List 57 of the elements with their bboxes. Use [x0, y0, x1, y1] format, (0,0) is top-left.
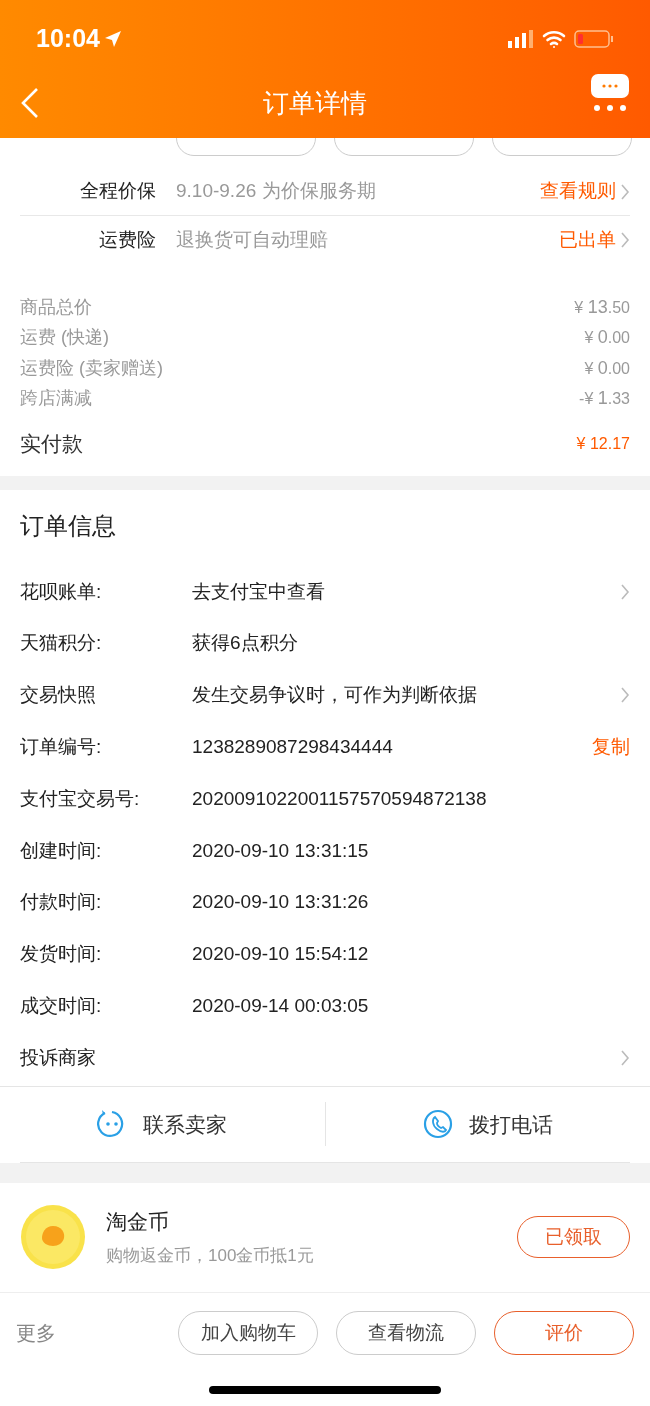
info-value: 去支付宝中查看	[192, 580, 325, 602]
contact-button[interactable]: 联系卖家	[0, 1102, 325, 1147]
chevron-right-icon	[620, 182, 630, 201]
back-icon[interactable]	[20, 87, 40, 119]
info-label: 天猫积分:	[20, 631, 103, 656]
price-value: -¥ 1.33	[579, 387, 630, 411]
service-description: 9.10-9.26 为价保服务期	[176, 179, 377, 204]
more-link[interactable]: 更多	[16, 1317, 160, 1348]
copy-link[interactable]: 复制	[592, 733, 630, 762]
page-title: 订单详情	[263, 86, 367, 120]
price-label: 商品总价	[20, 295, 92, 319]
info-value: 2020-09-10 13:31:26	[192, 891, 369, 913]
service-label: 全程价保	[79, 179, 156, 204]
chevron-right-icon	[620, 686, 630, 705]
info-label: 交易快照	[20, 683, 97, 708]
info-value: 1238289087298434444	[192, 736, 393, 758]
clock: 10:04	[36, 23, 100, 55]
info-value: 2020-09-10 15:54:12	[192, 943, 369, 965]
service-link[interactable]: 查看规则	[540, 177, 616, 206]
chevron-right-icon	[620, 582, 630, 601]
info-label: 支付宝交易号:	[20, 786, 141, 811]
phone-icon	[422, 1109, 453, 1140]
service-link[interactable]: 已出单	[559, 225, 616, 255]
coin-description: 购物返金币，100金币抵1元	[106, 1245, 315, 1268]
price-value: ¥ 13.50	[574, 295, 630, 319]
total-label: 实付款	[20, 431, 83, 458]
info-value: 获得6点积分	[192, 632, 298, 654]
info-label: 创建时间:	[20, 838, 103, 863]
info-value: 2020091022001157570594872138	[192, 787, 487, 809]
price-label: 运费 (快递)	[20, 326, 109, 350]
info-label: 花呗账单:	[20, 579, 103, 604]
price-label: 运费险 (卖家赠送)	[20, 356, 163, 380]
service-label: 运费险	[98, 227, 156, 252]
section-title: 订单信息	[20, 511, 117, 541]
info-value: 发生交易争议时，可作为判断依据	[192, 684, 477, 706]
coin-title: 淘金币	[106, 1208, 170, 1235]
chevron-right-icon	[620, 231, 630, 249]
coin-icon	[20, 1204, 86, 1271]
price-label: 跨店满减	[20, 387, 92, 411]
chevron-right-icon	[620, 1049, 630, 1068]
price-value: ¥ 0.00	[584, 326, 630, 350]
info-label: 付款时间:	[20, 890, 103, 915]
info-value: 2020-09-14 00:03:05	[192, 995, 369, 1016]
signal-icon	[508, 30, 534, 48]
battery-icon	[574, 29, 614, 49]
info-label: 成交时间:	[20, 994, 103, 1018]
info-label: 订单编号:	[20, 735, 103, 760]
service-description: 退换货可自动理赔	[176, 227, 329, 252]
info-label: 发货时间:	[20, 942, 103, 967]
info-label: 投诉商家	[20, 1045, 97, 1070]
price-value: ¥ 0.00	[584, 356, 630, 380]
price-value: ¥ 12.17	[576, 434, 630, 454]
wifi-icon	[542, 30, 566, 48]
contact-button[interactable]: 拨打电话	[324, 1102, 650, 1147]
location-arrow-icon	[103, 30, 122, 48]
chat-bubble-icon[interactable]	[590, 72, 630, 114]
info-value: 2020-09-10 13:31:15	[192, 839, 369, 861]
